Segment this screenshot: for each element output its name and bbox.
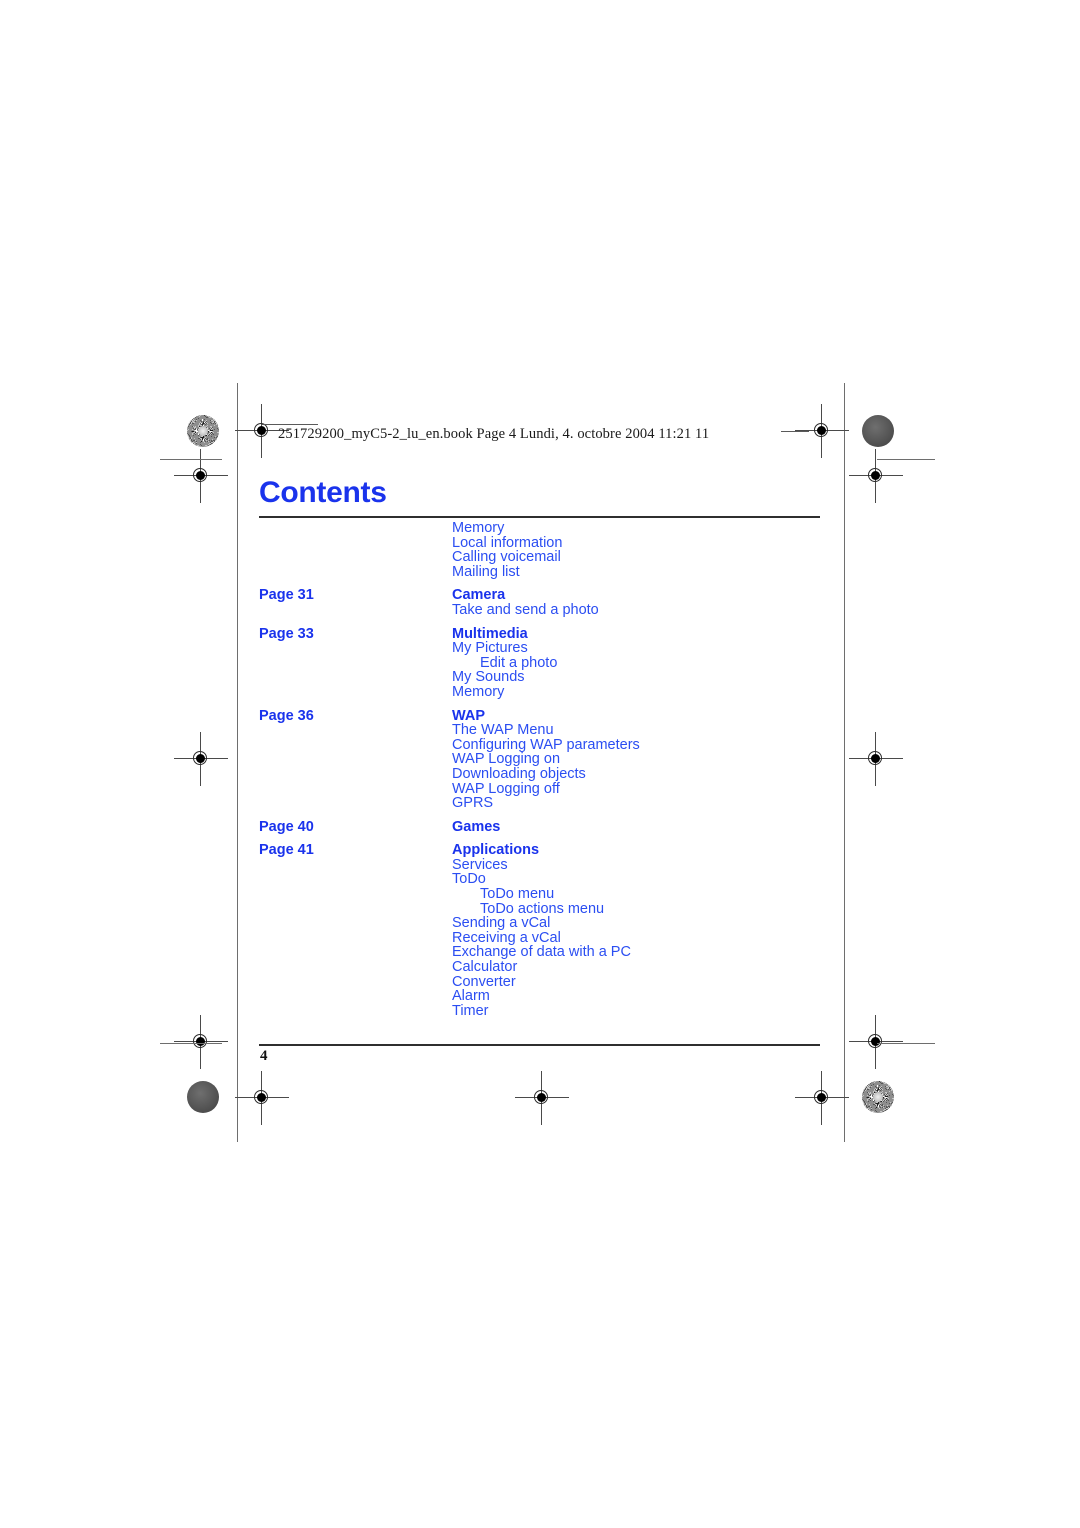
toc-row: Memory <box>259 521 859 536</box>
toc-row: WAP Logging off <box>259 781 859 797</box>
trim-line-left <box>237 383 238 1142</box>
toc-entry-label[interactable]: WAP <box>452 708 859 724</box>
toc-entry-label[interactable]: Take and send a photo <box>452 603 859 618</box>
crosshair-target-middle-right <box>849 732 903 786</box>
toc-entry-label[interactable]: Mailing list <box>452 565 859 580</box>
toc-row: Exchange of data with a PC <box>259 945 859 960</box>
toc-row: Page 33 Multimedia <box>259 625 859 642</box>
trim-rule-top-right <box>877 459 935 460</box>
toc-entry-label[interactable]: The WAP Menu <box>452 723 859 738</box>
printed-page: 251729200_myC5-2_lu_en.book Page 4 Lundi… <box>0 0 1080 1528</box>
crosshair-target-upper-left-outer <box>174 449 228 503</box>
slug-rule-right <box>781 431 809 432</box>
toc-entry-label[interactable]: Local information <box>452 535 859 551</box>
toc-page-number: Page 41 <box>259 842 314 859</box>
toc-entry-label[interactable]: Edit a photo <box>452 656 859 671</box>
toc-row: GPRS <box>259 796 859 811</box>
toc-entry-label[interactable]: Alarm <box>452 989 859 1004</box>
toc-entry-label[interactable]: Applications <box>452 843 859 858</box>
toc-row: Calculator <box>259 960 859 975</box>
toc-row: Mailing list <box>259 565 859 580</box>
toc-entry-label[interactable]: Memory <box>452 521 859 536</box>
toc-row: Memory <box>259 685 859 700</box>
toc-row: Downloading objects <box>259 767 859 782</box>
toc-entry-label[interactable]: My Sounds <box>452 670 859 685</box>
toc-entry-label[interactable]: Configuring WAP parameters <box>452 738 859 753</box>
toc-entry-label[interactable]: WAP Logging off <box>452 781 859 797</box>
crosshair-target-top-left-inner <box>235 404 289 458</box>
registration-solid-top-right <box>862 415 894 447</box>
table-of-contents: Memory Local information Calling voicemail… <box>259 521 859 1018</box>
toc-entry-label[interactable]: ToDo <box>452 872 859 887</box>
toc-row: Page 41 Applications <box>259 843 859 858</box>
registration-star-top-left <box>187 415 219 447</box>
toc-row: Alarm <box>259 989 859 1004</box>
slug-rule <box>262 424 318 425</box>
toc-row: ToDo menu <box>259 887 859 902</box>
toc-entry-label[interactable]: Services <box>452 858 859 873</box>
toc-row: Calling voicemail <box>259 550 859 565</box>
toc-page-number: Page 33 <box>259 625 314 642</box>
footer-rule <box>259 1044 820 1046</box>
toc-row: Page 31 Camera <box>259 588 859 603</box>
toc-page-number: Page 31 <box>259 587 314 604</box>
toc-entry-label[interactable]: Timer <box>452 1004 859 1019</box>
toc-entry-label[interactable]: Sending a vCal <box>452 916 859 931</box>
toc-entry-label[interactable]: Camera <box>452 588 859 603</box>
toc-row: WAP Logging on <box>259 752 859 767</box>
page-title: Contents <box>259 476 387 509</box>
toc-entry-label[interactable]: Receiving a vCal <box>452 931 859 946</box>
toc-entry-label[interactable]: GPRS <box>452 796 859 811</box>
toc-row: Sending a vCal <box>259 916 859 931</box>
crosshair-target-lower-left-outer <box>174 1015 228 1069</box>
toc-entry-label[interactable]: Multimedia <box>452 626 859 642</box>
toc-entry-label[interactable]: My Pictures <box>452 641 859 656</box>
crosshair-target-top-right-inner <box>795 404 849 458</box>
toc-page-number: Page 36 <box>259 707 314 724</box>
toc-row: Services <box>259 858 859 873</box>
toc-row: Page 40 Games <box>259 820 859 835</box>
toc-row: ToDo actions menu <box>259 902 859 917</box>
toc-row: Page 36 WAP <box>259 707 859 724</box>
crosshair-target-upper-right-outer <box>849 449 903 503</box>
slug-line: 251729200_myC5-2_lu_en.book Page 4 Lundi… <box>278 426 710 442</box>
toc-entry-label[interactable]: Downloading objects <box>452 767 859 782</box>
crosshair-target-bottom-left-inner <box>235 1071 289 1125</box>
toc-entry-label[interactable]: ToDo actions menu <box>452 902 859 917</box>
registration-star-bottom-right <box>862 1081 894 1113</box>
crosshair-target-middle-left <box>174 732 228 786</box>
toc-entry-label[interactable]: Games <box>452 820 859 835</box>
toc-row: My Pictures <box>259 641 859 656</box>
toc-entry-label[interactable]: Calling voicemail <box>452 550 859 565</box>
toc-entry-label[interactable]: Memory <box>452 685 859 700</box>
crosshair-target-bottom-center <box>515 1071 569 1125</box>
toc-entry-label[interactable]: Calculator <box>452 960 859 975</box>
crosshair-target-bottom-right-inner <box>795 1071 849 1125</box>
trim-rule-bottom-right <box>877 1043 935 1044</box>
toc-row: Edit a photo <box>259 656 859 671</box>
toc-row: ToDo <box>259 872 859 887</box>
toc-row: Timer <box>259 1004 859 1019</box>
toc-entry-label[interactable]: Converter <box>452 975 859 990</box>
toc-entry-label[interactable]: WAP Logging on <box>452 752 859 767</box>
toc-page-number: Page 40 <box>259 818 314 835</box>
toc-row: Take and send a photo <box>259 603 859 618</box>
registration-solid-bottom-left <box>187 1081 219 1113</box>
toc-entry-label[interactable]: Exchange of data with a PC <box>452 945 859 960</box>
trim-rule-bottom-left <box>160 1043 222 1044</box>
toc-entry-label[interactable]: ToDo menu <box>452 887 859 902</box>
toc-row: The WAP Menu <box>259 723 859 738</box>
toc-row: Receiving a vCal <box>259 931 859 946</box>
trim-rule-top-left <box>160 459 222 460</box>
crosshair-target-lower-right-outer <box>849 1015 903 1069</box>
title-rule <box>259 516 820 518</box>
toc-row: Configuring WAP parameters <box>259 738 859 753</box>
toc-row: My Sounds <box>259 670 859 685</box>
toc-row: Local information <box>259 535 859 551</box>
toc-row: Converter <box>259 975 859 990</box>
folio-page-number: 4 <box>260 1048 268 1064</box>
